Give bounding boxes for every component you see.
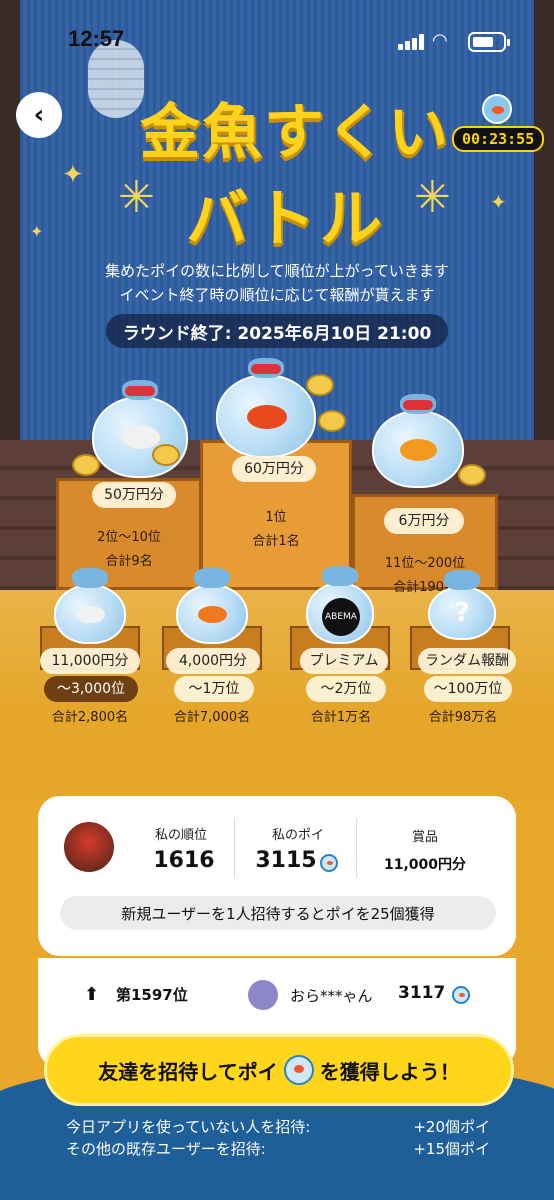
tier2-prize: 4,000円分	[166, 648, 260, 674]
next-rank-row: ⬆ 第1597位 おら***ゃん 3117	[84, 980, 484, 1010]
next-rank-user: おら***ゃん	[290, 987, 373, 1005]
tier3-prize: プレミアム	[300, 648, 388, 674]
prize-bag-first	[216, 358, 316, 458]
invite-friends-button[interactable]: 友達を招待してポイ を獲得しよう！	[44, 1034, 514, 1106]
divider	[356, 818, 357, 878]
user-avatar	[248, 980, 278, 1010]
sparkle-icon: ✳	[414, 172, 451, 223]
tier1-total: 合計2,800名	[51, 710, 129, 725]
back-button[interactable]: ‹	[16, 92, 62, 138]
round-end-badge: ラウンド終了: 2025年6月10日 21:00	[106, 314, 448, 348]
timer-text: 00:23:55	[452, 126, 545, 152]
prize-first: 60万円分	[232, 456, 316, 482]
page-title-line2: バトル	[186, 182, 386, 255]
tier4-rank: 〜100万位	[424, 676, 512, 702]
prize-bag-tier1	[54, 568, 126, 644]
total-first: 合計1名	[252, 534, 300, 549]
subtitle-line1: 集めたポイの数に比例して順位が上がっていきます	[105, 262, 449, 280]
my-stats-card	[38, 796, 516, 956]
status-bar: 12:57 ◠	[0, 22, 554, 62]
reward-value: +15個ポイ	[413, 1140, 490, 1158]
question-mark-icon: ?	[454, 598, 470, 628]
tier2-total: 合計7,000名	[173, 710, 251, 725]
poi-icon	[452, 986, 470, 1004]
tier3-rank: 〜2万位	[306, 676, 386, 702]
goldfish-icon	[482, 94, 512, 124]
poi-icon	[283, 1055, 314, 1085]
my-poi-label: 私のポイ	[271, 828, 324, 843]
prize-second: 50万円分	[92, 482, 176, 508]
invite-info-banner: 新規ユーザーを1人招待するとポイを25個獲得	[60, 896, 496, 930]
event-timer: 00:23:55	[452, 94, 545, 152]
tier4-prize: ランダム報酬	[418, 648, 516, 674]
prize-value: 11,000円分	[383, 857, 467, 873]
prize-bag-third	[372, 394, 464, 488]
my-rank-value: 1616	[153, 848, 215, 873]
signal-icon	[398, 34, 424, 50]
coin-icon	[458, 464, 486, 486]
reward-label: 今日アプリを使っていない人を招待:	[66, 1118, 311, 1136]
sparkle-icon: ✦	[62, 160, 84, 190]
prize-bag-tier2	[176, 568, 248, 644]
sparkle-icon: ✦	[30, 222, 44, 241]
reward-value: +20個ポイ	[413, 1118, 490, 1136]
tier3-total: 合計1万名	[310, 710, 372, 725]
tier2-rank: 〜1万位	[174, 676, 254, 702]
tier1-rank: 〜3,000位	[44, 676, 138, 702]
tier1-prize: 11,000円分	[40, 648, 140, 674]
rank-third: 11位〜200位	[384, 556, 466, 571]
arrow-up-icon: ⬆	[84, 984, 100, 1005]
cta-text-after: を獲得しよう！	[319, 1059, 460, 1084]
poi-icon	[320, 854, 338, 872]
rank-second: 2位〜10位	[97, 530, 161, 545]
my-rank-label: 私の順位	[154, 828, 207, 843]
subtitle-line2: イベント終了時の順位に応じて報酬が貰えます	[119, 286, 435, 304]
coin-icon	[152, 444, 180, 466]
coin-icon	[318, 410, 346, 432]
prize-bag-tier4: ?	[428, 570, 496, 640]
prize-label: 賞品	[411, 830, 438, 845]
avatar	[62, 820, 116, 874]
prize-third: 6万円分	[384, 508, 464, 534]
divider	[234, 818, 235, 878]
reward-label: その他の既存ユーザーを招待:	[66, 1140, 266, 1158]
total-second: 合計9名	[105, 554, 153, 569]
battery-icon	[468, 32, 510, 52]
cta-text-before: 友達を招待してポイ	[98, 1059, 278, 1084]
prize-bag-tier3: ABEMA	[306, 566, 374, 644]
sparkle-icon: ✦	[490, 190, 507, 214]
abema-logo-icon: ABEMA	[322, 598, 360, 636]
prize-bag-second	[92, 380, 188, 478]
wifi-icon: ◠	[432, 30, 448, 51]
status-time: 12:57	[68, 26, 125, 51]
coin-icon	[72, 454, 100, 476]
tier4-total: 合計98万名	[428, 710, 498, 725]
my-poi-value: 3115	[255, 848, 317, 873]
rank-first: 1位	[265, 510, 287, 525]
chevron-left-icon: ‹	[33, 100, 45, 130]
next-rank-number: 第1597位	[116, 986, 188, 1004]
next-rank-points: 3117	[398, 983, 446, 1003]
sparkle-icon: ✳	[118, 172, 155, 223]
coin-icon	[306, 374, 334, 396]
page-title-line1: 金魚すくい	[140, 98, 450, 168]
